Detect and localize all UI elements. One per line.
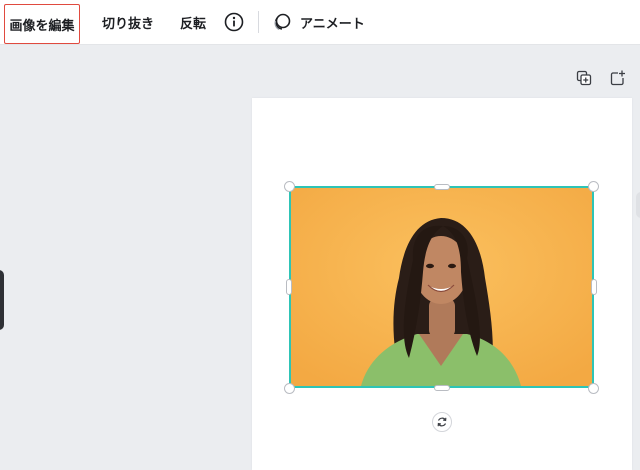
animate-button[interactable]: アニメート [272,0,365,44]
resize-handle-right[interactable] [591,279,597,295]
info-icon[interactable] [224,0,244,44]
animate-icon [274,13,291,31]
toolbar-divider [258,11,259,33]
right-panel-handle[interactable] [636,192,640,218]
resize-handle-top-right[interactable] [588,181,599,192]
resize-handle-bottom-left[interactable] [284,383,295,394]
contextual-toolbar: 画像を編集 切り抜き 反転 アニメート [0,0,640,45]
duplicate-page-icon[interactable] [576,70,592,86]
resize-handle-top-left[interactable] [284,181,295,192]
selected-image[interactable] [289,186,594,388]
left-panel-handle[interactable] [0,270,4,330]
portrait-photo [291,188,592,386]
animate-label: アニメート [300,16,365,32]
edit-image-button[interactable]: 画像を編集 [4,4,80,44]
crop-button[interactable]: 切り抜き [102,0,154,44]
flip-label: 反転 [180,16,207,32]
resize-handle-left[interactable] [286,279,292,295]
flip-button[interactable]: 反転 [180,0,206,44]
edit-image-label: 画像を編集 [9,18,75,34]
crop-label: 切り抜き [102,16,155,32]
resize-handle-bottom[interactable] [434,385,450,391]
rotate-icon[interactable] [432,412,452,432]
add-page-icon[interactable] [610,70,626,86]
resize-handle-top[interactable] [434,184,450,190]
resize-handle-bottom-right[interactable] [588,383,599,394]
